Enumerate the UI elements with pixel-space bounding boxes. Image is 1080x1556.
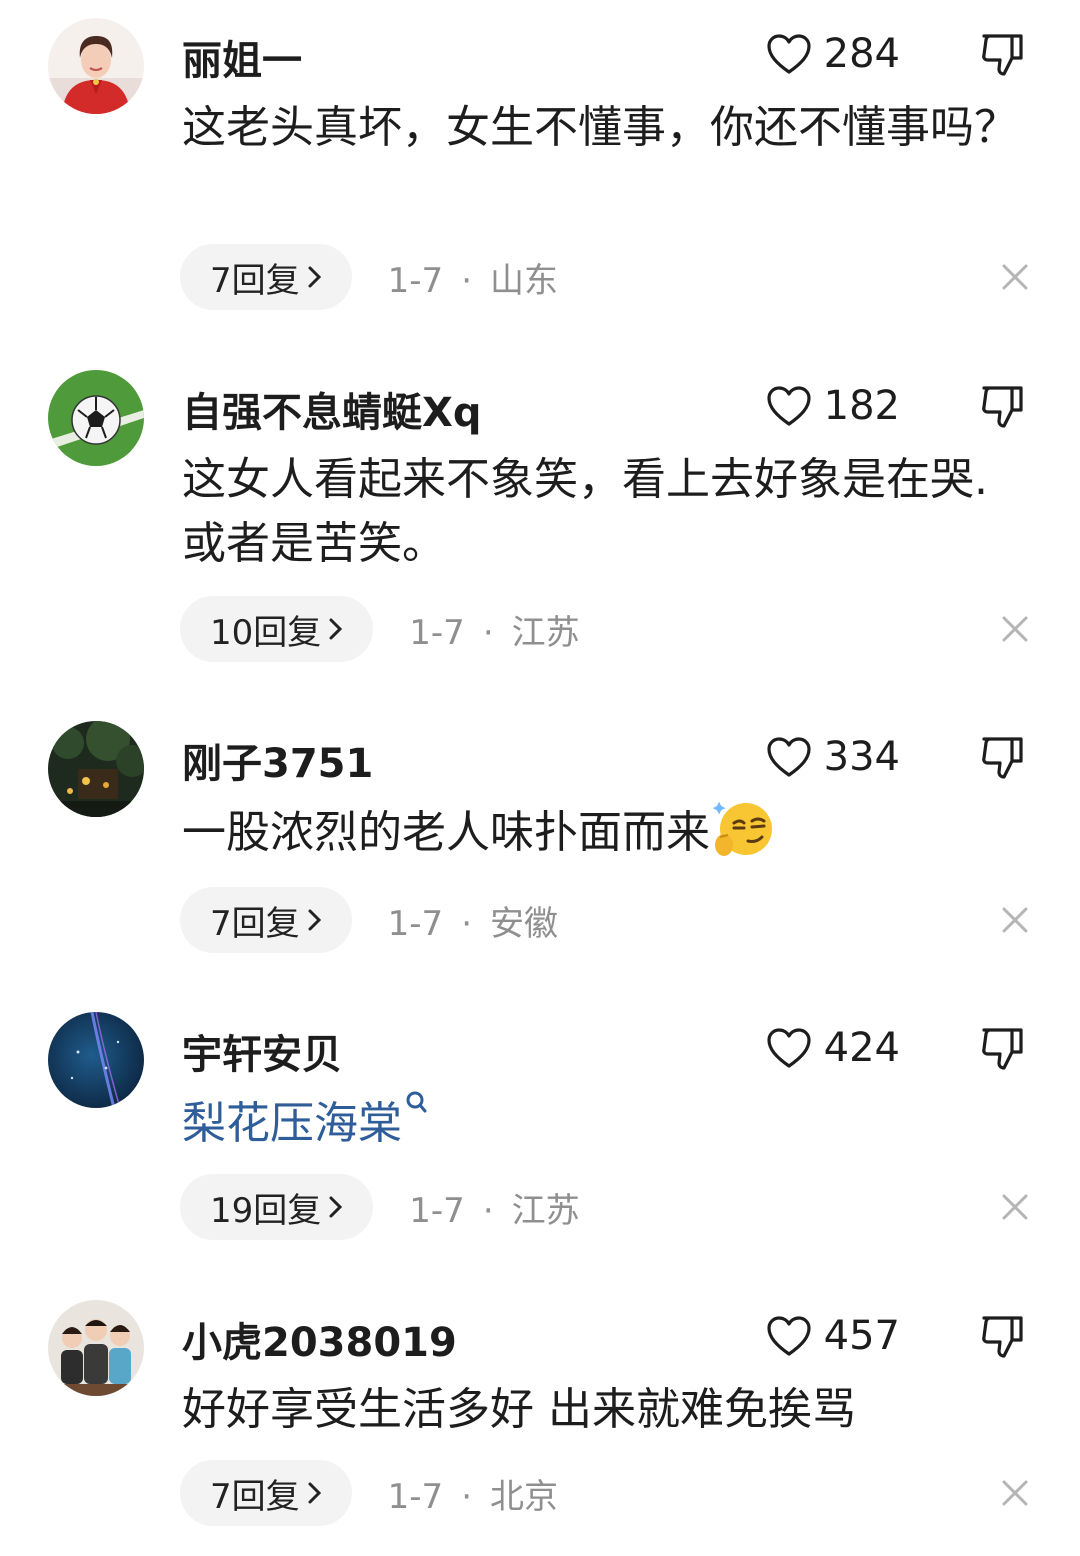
- separator-dot: ·: [461, 260, 472, 301]
- replies-count: 7回复: [210, 260, 300, 301]
- comment-location: 安徽: [490, 903, 558, 944]
- comment-text-content: 一股浓烈的老人味扑面而来: [182, 807, 710, 858]
- thumbs-down-icon: [982, 386, 1023, 428]
- dislike-button[interactable]: [976, 1310, 1028, 1362]
- comment-date: 1-7: [387, 260, 444, 301]
- like-button[interactable]: 284: [766, 28, 900, 80]
- comment-date-location: 1-7 · 江苏: [409, 605, 579, 654]
- search-icon[interactable]: [404, 1090, 428, 1120]
- thumbs-down-icon: [982, 1316, 1023, 1358]
- username[interactable]: 宇轩安贝: [182, 1022, 342, 1080]
- comment-location: 北京: [490, 1476, 558, 1517]
- comment-meta: 7回复 1-7 · 安徽: [180, 887, 1030, 953]
- chevron-right-icon: [308, 266, 321, 288]
- heart-outline-icon: [767, 1316, 811, 1356]
- chevron-right-icon: [308, 909, 321, 931]
- like-count: 424: [823, 1025, 900, 1071]
- separator-dot: ·: [482, 612, 494, 653]
- username[interactable]: 小虎2038019: [182, 1310, 457, 1368]
- heart-outline-icon: [767, 737, 811, 777]
- chevron-right-icon: [329, 618, 343, 640]
- like-button[interactable]: 424: [766, 1022, 900, 1074]
- replies-count: 7回复: [210, 903, 300, 944]
- close-icon[interactable]: [1000, 1478, 1030, 1508]
- avatar[interactable]: [48, 370, 144, 466]
- dislike-button[interactable]: [976, 731, 1028, 783]
- like-count: 457: [823, 1313, 900, 1359]
- heart-outline-icon: [767, 1028, 811, 1068]
- replies-count: 19回复: [210, 1190, 322, 1231]
- comment-meta: 7回复 1-7 · 山东: [180, 244, 1030, 310]
- comment-meta: 19回复 1-7 · 江苏: [180, 1174, 1030, 1240]
- username[interactable]: 自强不息蜻蜓Xq: [182, 380, 481, 438]
- comment-text: 一股浓烈的老人味扑面而来: [182, 799, 1022, 865]
- comment-location: 山东: [490, 260, 558, 301]
- comment-date: 1-7: [387, 903, 444, 944]
- like-button[interactable]: 334: [766, 731, 900, 783]
- comment-text: 这老头真坏，女生不懂事，你还不懂事吗？: [182, 102, 1018, 153]
- heart-outline-icon: [767, 34, 811, 74]
- separator-dot: ·: [482, 1190, 494, 1231]
- close-icon[interactable]: [1000, 905, 1030, 935]
- comment-date-location: 1-7 · 江苏: [409, 1183, 579, 1232]
- avatar[interactable]: [48, 1012, 144, 1108]
- like-button[interactable]: 457: [766, 1310, 900, 1362]
- close-icon[interactable]: [1000, 614, 1030, 644]
- comment-text: 这女人看起来不象笑，看上去好象是在哭.或者是苦笑。: [182, 454, 988, 569]
- comment-text: 好好享受生活多好 出来就难免挨骂: [182, 1384, 856, 1435]
- comment-location: 江苏: [511, 1190, 580, 1231]
- replies-button[interactable]: 19回复: [180, 1174, 374, 1240]
- thumbs-down-icon: [982, 34, 1023, 76]
- comment-meta: 7回复 1-7 · 北京: [180, 1460, 1030, 1526]
- replies-button[interactable]: 7回复: [180, 1460, 352, 1526]
- heart-outline-icon: [767, 386, 811, 426]
- comment-date: 1-7: [409, 1190, 465, 1231]
- avatar[interactable]: [48, 1300, 144, 1396]
- comment-date: 1-7: [409, 612, 465, 653]
- username[interactable]: 丽姐一: [182, 28, 302, 86]
- replies-button[interactable]: 7回复: [180, 244, 352, 310]
- avatar[interactable]: [48, 721, 144, 817]
- like-count: 334: [823, 734, 900, 780]
- smirk-emoji-icon: [712, 801, 772, 856]
- separator-dot: ·: [461, 903, 472, 944]
- comment-location: 江苏: [511, 612, 580, 653]
- thumbs-down-icon: [982, 737, 1023, 779]
- replies-button[interactable]: 7回复: [180, 887, 352, 953]
- comment-date-location: 1-7 · 安徽: [388, 896, 558, 945]
- thumbs-down-icon: [982, 1028, 1023, 1070]
- separator-dot: ·: [461, 1476, 472, 1517]
- chevron-right-icon: [329, 1196, 343, 1218]
- replies-button[interactable]: 10回复: [180, 596, 374, 662]
- avatar[interactable]: [48, 18, 144, 114]
- like-count: 284: [823, 31, 900, 77]
- comment-meta: 10回复 1-7 · 江苏: [180, 596, 1030, 662]
- comment-date: 1-7: [387, 1476, 444, 1517]
- comment-date-location: 1-7 · 山东: [388, 253, 558, 302]
- search-link[interactable]: 梨花压海棠: [182, 1098, 402, 1149]
- username[interactable]: 刚子3751: [182, 731, 373, 789]
- like-count: 182: [823, 383, 900, 429]
- like-button[interactable]: 182: [766, 380, 900, 432]
- close-icon[interactable]: [1000, 262, 1030, 292]
- comment-text: 梨花压海棠: [182, 1090, 1022, 1156]
- dislike-button[interactable]: [976, 1022, 1028, 1074]
- dislike-button[interactable]: [976, 380, 1028, 432]
- comment-date-location: 1-7 · 北京: [388, 1469, 558, 1518]
- replies-count: 10回复: [210, 612, 322, 653]
- dislike-button[interactable]: [976, 28, 1028, 80]
- replies-count: 7回复: [210, 1476, 300, 1517]
- close-icon[interactable]: [1000, 1192, 1030, 1222]
- chevron-right-icon: [308, 1482, 321, 1504]
